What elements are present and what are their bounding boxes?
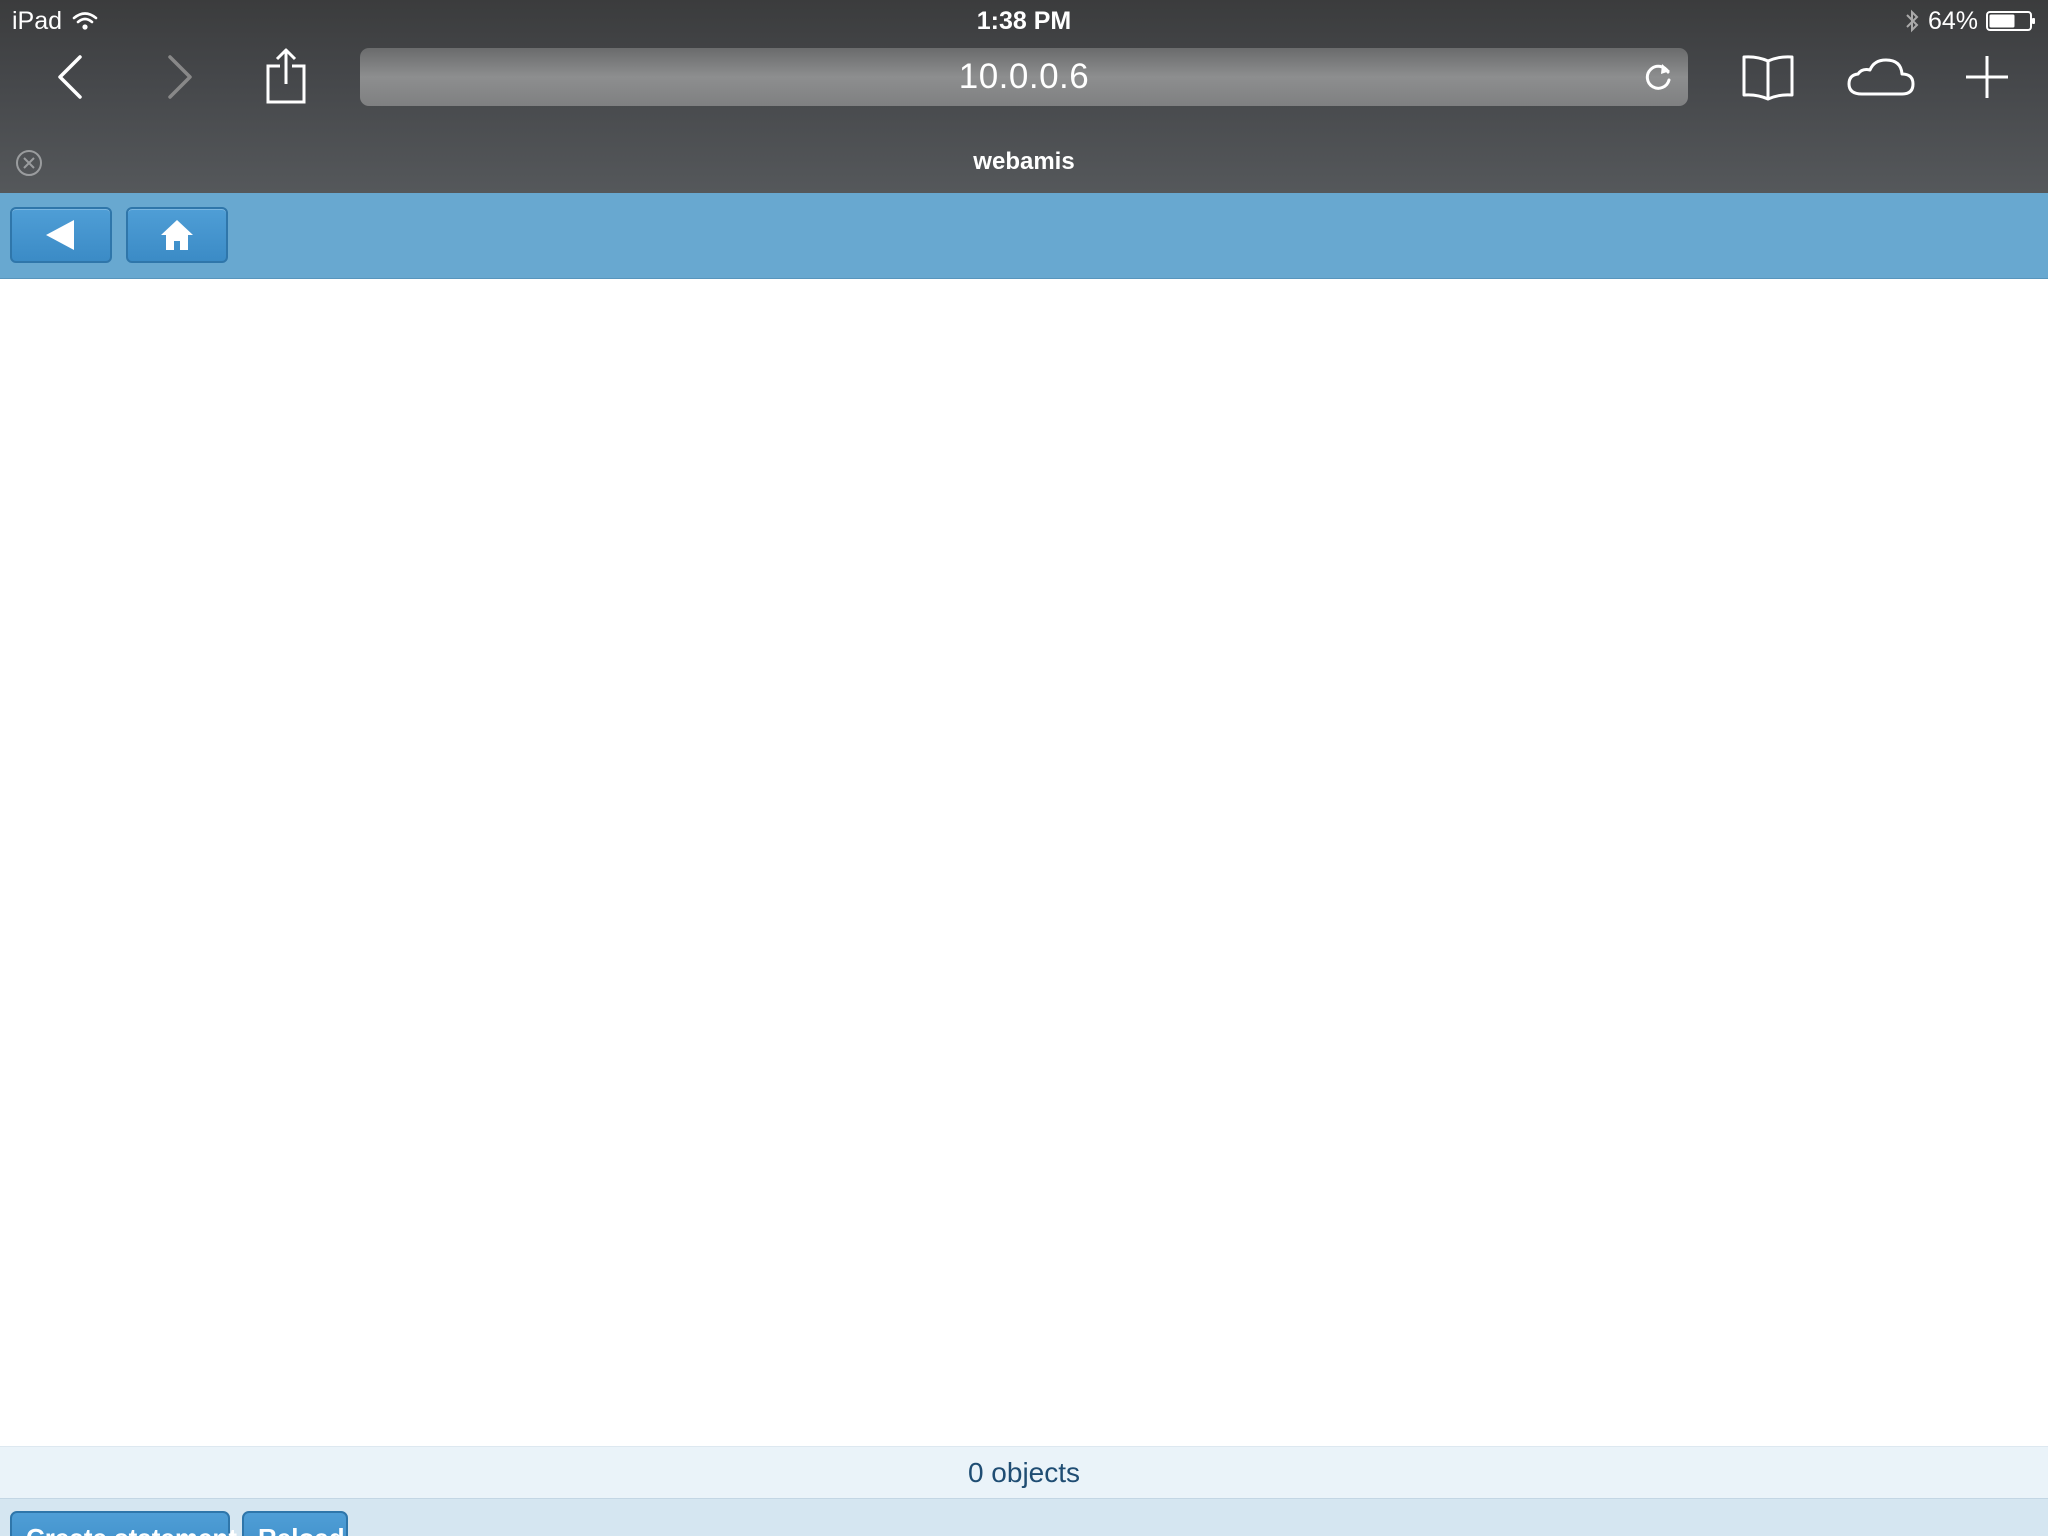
battery-icon [1986, 11, 2035, 31]
share-button[interactable] [262, 46, 310, 106]
new-tab-button[interactable] [1962, 52, 2012, 102]
bookmarks-icon [1742, 55, 1794, 101]
status-time: 1:38 PM [976, 7, 1072, 35]
objects-count: 0 objects [967, 1456, 1081, 1488]
cloud-tabs-button[interactable] [1846, 54, 1916, 100]
battery-percent: 64% [1927, 6, 1978, 35]
url-text: 10.0.0.6 [958, 57, 1090, 96]
back-button[interactable] [50, 52, 90, 102]
app-back-button[interactable] [10, 207, 112, 263]
bookmarks-button[interactable] [1740, 52, 1796, 102]
status-bar: iPad 1:38 PM 64% [0, 0, 2048, 42]
reload-list-button[interactable]: Reload [242, 1511, 348, 1536]
back-arrow-icon [46, 220, 74, 250]
tab-row: webamis [0, 136, 2048, 186]
forward-button[interactable] [160, 52, 200, 102]
app-header [0, 193, 2048, 279]
status-right: 64% [1896, 6, 2036, 36]
reload-icon [1645, 64, 1671, 90]
create-statement-button[interactable]: Create statement [10, 1511, 237, 1536]
forward-icon [168, 55, 192, 99]
objects-count-bar: 0 objects [0, 1446, 2048, 1498]
home-button[interactable] [126, 207, 228, 263]
share-icon [266, 48, 306, 104]
back-icon [58, 55, 82, 99]
url-field[interactable]: 10.0.0.6 [360, 48, 1688, 106]
new-tab-icon [1966, 56, 2008, 98]
bottom-toolbar: Create statement Reload [0, 1498, 2048, 1536]
cloud-tabs-icon [1847, 58, 1915, 96]
browser-chrome: iPad 1:38 PM 64% 10.0.0.6 webamis [0, 0, 2048, 193]
home-icon [161, 220, 193, 250]
bluetooth-icon [1906, 9, 1919, 33]
tab-title[interactable]: webamis [0, 148, 2048, 176]
reload-button[interactable] [1642, 60, 1674, 99]
content-area [0, 279, 2048, 1446]
